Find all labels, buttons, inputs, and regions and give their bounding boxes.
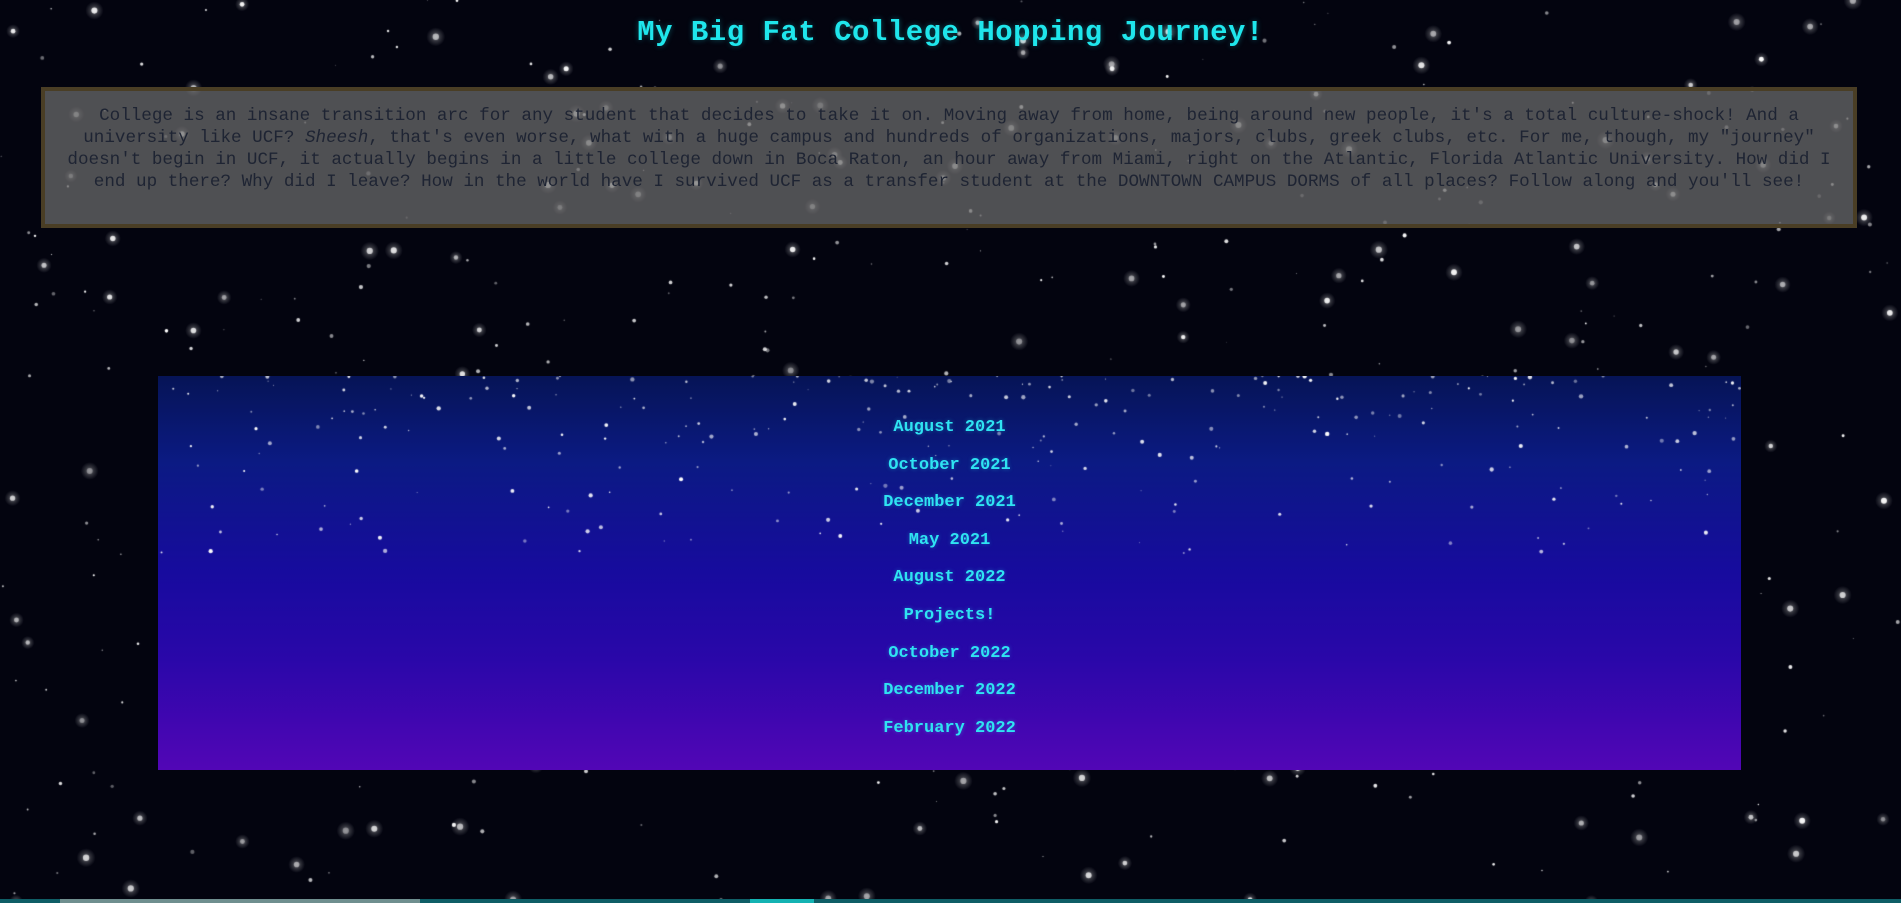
timeline-item: May 2021 [158,522,1741,560]
timeline-item: December 2022 [158,672,1741,710]
timeline-item: Projects! [158,597,1741,635]
timeline-link-december-2022[interactable]: December 2022 [883,681,1016,700]
timeline-panel: August 2021 October 2021 December 2021 M… [158,376,1741,770]
timeline-item: December 2021 [158,484,1741,522]
timeline-link-february-2022[interactable]: February 2022 [883,719,1016,738]
scrollbar-marker [750,899,814,903]
timeline-link-october-2021[interactable]: October 2021 [888,456,1010,475]
intro-box: College is an insane transition arc for … [41,87,1857,228]
timeline-link-may-2021[interactable]: May 2021 [909,531,991,550]
timeline-item: October 2021 [158,447,1741,485]
timeline-item: August 2022 [158,559,1741,597]
timeline-item: February 2022 [158,710,1741,748]
intro-emphasis: Sheesh [304,128,369,148]
timeline-item: August 2021 [158,409,1741,447]
timeline-item: October 2022 [158,635,1741,673]
timeline-link-projects[interactable]: Projects! [904,606,996,625]
timeline-list: August 2021 October 2021 December 2021 M… [158,409,1741,747]
timeline-link-august-2021[interactable]: August 2021 [893,418,1005,437]
timeline-link-august-2022[interactable]: August 2022 [893,568,1005,587]
timeline-link-october-2022[interactable]: October 2022 [888,644,1010,663]
horizontal-scrollbar-thumb[interactable] [60,899,420,903]
page-title: My Big Fat College Hopping Journey! [637,16,1264,49]
timeline-link-december-2021[interactable]: December 2021 [883,493,1016,512]
